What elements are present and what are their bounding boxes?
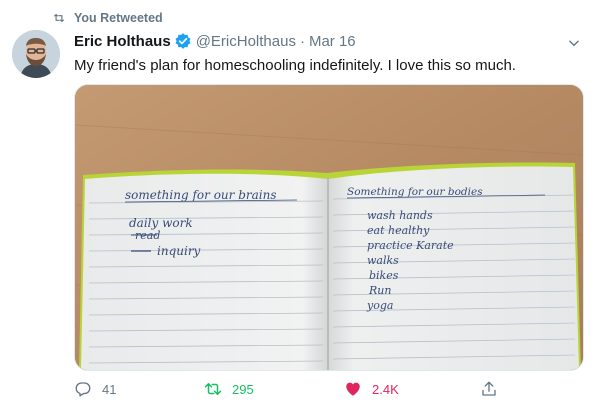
avatar-portrait xyxy=(12,30,60,78)
left-item-inquiry: inquiry xyxy=(157,244,201,258)
tweet[interactable]: You Retweeted Eric Holthaus @EricHolthau… xyxy=(0,0,599,412)
heart-icon xyxy=(346,382,360,396)
tweet-actions: 41 295 2.4K xyxy=(74,380,534,402)
retweet-icon xyxy=(204,383,222,395)
author-handle[interactable]: @EricHolthaus xyxy=(196,33,296,50)
avatar[interactable] xyxy=(12,30,60,78)
reply-button[interactable]: 41 xyxy=(74,380,116,398)
left-page-heading: something for our brains xyxy=(125,188,277,202)
right-item-yoga: yoga xyxy=(366,299,393,312)
right-item-bikes: bikes xyxy=(369,269,399,282)
right-item-walks: walks xyxy=(367,254,399,267)
share-icon xyxy=(482,381,496,396)
retweet-count: 295 xyxy=(232,381,254,397)
right-item-practice-karate: practice Karate xyxy=(367,239,454,252)
chevron-down-icon[interactable] xyxy=(567,36,581,50)
share-button[interactable] xyxy=(480,380,508,398)
like-count: 2.4K xyxy=(372,381,399,397)
left-item-read: read xyxy=(135,229,160,242)
header-separator: · xyxy=(299,32,305,50)
retweet-context: You Retweeted xyxy=(52,10,163,26)
left-item-daily-work: daily work xyxy=(129,216,193,230)
retweet-context-label: You Retweeted xyxy=(74,11,163,25)
right-item-eat-healthy: eat healthy xyxy=(367,224,430,237)
tweet-text: My friend's plan for homeschooling indef… xyxy=(74,57,516,74)
retweet-small-icon xyxy=(53,13,65,23)
right-item-run: Run xyxy=(368,284,391,297)
notebook-photo: something for our brains daily work read… xyxy=(75,85,583,370)
retweet-button[interactable]: 295 xyxy=(204,380,254,398)
reply-icon xyxy=(75,382,91,397)
tweet-header: Eric Holthaus @EricHolthaus · Mar 16 xyxy=(74,32,356,50)
tweet-date[interactable]: Mar 16 xyxy=(309,33,356,50)
tweet-photo[interactable]: something for our brains daily work read… xyxy=(74,84,584,371)
like-button[interactable]: 2.4K xyxy=(344,380,399,398)
verified-badge-icon xyxy=(175,33,191,49)
author-name[interactable]: Eric Holthaus xyxy=(74,33,171,50)
reply-count: 41 xyxy=(102,381,117,397)
right-item-wash-hands: wash hands xyxy=(367,209,433,222)
